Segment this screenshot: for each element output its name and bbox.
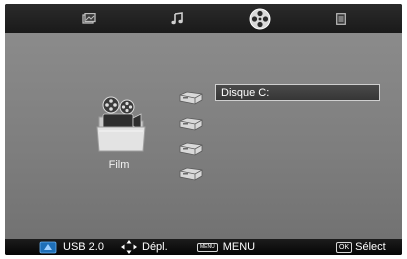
tab-photo[interactable] [69, 4, 109, 33]
menu-label: MENU [222, 241, 256, 253]
menu-key-icon: MENU [197, 242, 218, 252]
content-area: Film Disque C: [5, 33, 402, 239]
help-bar: USB 2.0 Dépl. MENU MENU OK Sélect [5, 239, 402, 255]
drive-label: Disque C: [221, 86, 270, 99]
ok-key-icon: OK [336, 241, 353, 253]
media-type-tab-bar [5, 4, 402, 33]
drive-icon[interactable] [178, 167, 204, 181]
direction-pad-icon [121, 240, 137, 254]
usb-label: USB 2.0 [63, 241, 104, 253]
media-type-panel: Film [93, 95, 163, 175]
music-note-icon [171, 12, 183, 25]
select-hint: OK Sélect [336, 240, 386, 254]
photo-icon [82, 12, 96, 24]
media-player-screen: Film Disque C: USB 2.0 Dépl. MENU MENU O… [5, 4, 402, 255]
drive-icon[interactable] [178, 142, 204, 156]
tab-text[interactable] [321, 4, 361, 33]
usb-drive-icon [39, 241, 57, 253]
document-icon [336, 12, 346, 25]
drive-icon[interactable] [178, 91, 204, 105]
nav-hint: Dépl. [121, 240, 168, 254]
drive-icon[interactable] [178, 117, 204, 131]
usb-status: USB 2.0 [39, 240, 104, 254]
tab-movie[interactable] [240, 4, 280, 33]
select-label: Sélect [355, 241, 386, 253]
film-reel-icon [249, 8, 271, 29]
tab-music[interactable] [157, 4, 197, 33]
drive-item-selected[interactable]: Disque C: [215, 84, 380, 101]
film-folder-icon [96, 96, 146, 152]
media-type-label: Film [108, 159, 130, 171]
menu-hint: MENU MENU [197, 240, 255, 254]
nav-label: Dépl. [142, 241, 168, 253]
